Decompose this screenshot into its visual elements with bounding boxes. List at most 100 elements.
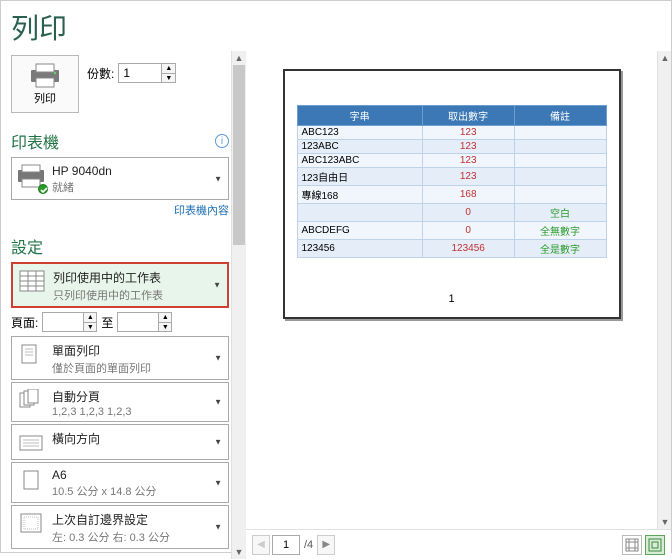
cell-c2: 0 <box>422 204 514 222</box>
chevron-down-icon: ▼ <box>214 174 222 183</box>
copies-down[interactable]: ▼ <box>161 73 175 82</box>
cell-c2: 123 <box>422 126 514 140</box>
table-row: 專線168168 <box>297 186 606 204</box>
cell-c1: 123456 <box>297 240 422 258</box>
printer-device-icon <box>16 162 46 190</box>
page-from-input[interactable] <box>43 313 83 331</box>
page-from-down[interactable]: ▼ <box>83 322 96 331</box>
copies-label: 份數: <box>87 65 114 82</box>
paper-size-dropdown[interactable]: A6 10.5 公分 x 14.8 公分 ▼ <box>11 462 229 503</box>
table-row: 123自由日123 <box>297 168 606 186</box>
page-to-up[interactable]: ▲ <box>158 313 171 322</box>
cell-c2: 123 <box>422 140 514 154</box>
copies-spinner[interactable]: ▲ ▼ <box>118 63 176 83</box>
page-from-spinner[interactable]: ▲▼ <box>42 312 97 332</box>
cell-c3 <box>514 126 606 140</box>
paper-size-title: A6 <box>52 468 224 482</box>
cell-c2: 123 <box>422 154 514 168</box>
cell-c1: 123ABC <box>297 140 422 154</box>
zoom-to-page-button[interactable] <box>645 535 665 555</box>
next-page-button[interactable]: ▶ <box>317 535 335 555</box>
margins-sub: 左: 0.3 公分 右: 0.3 公分 <box>52 529 224 545</box>
cell-c2: 168 <box>422 186 514 204</box>
cell-c1 <box>297 204 422 222</box>
print-what-dropdown[interactable]: 列印使用中的工作表 只列印使用中的工作表 ▼ <box>11 262 229 308</box>
cell-c1: 123自由日 <box>297 168 422 186</box>
left-scrollbar[interactable]: ▲ ▼ <box>231 51 245 559</box>
cell-c1: ABC123ABC <box>297 154 422 168</box>
page-to-down[interactable]: ▼ <box>158 322 171 331</box>
cell-c2: 123 <box>422 168 514 186</box>
printer-status: 就緒 <box>52 179 224 195</box>
cell-c2: 0 <box>422 222 514 240</box>
copies-input[interactable] <box>119 64 161 82</box>
page-range-row: 頁面: ▲▼ 至 ▲▼ <box>11 312 229 332</box>
collate-title: 自動分頁 <box>52 388 224 405</box>
show-margins-button[interactable] <box>622 535 642 555</box>
preview-panel: 字串 取出數字 備註 ABC123123123ABC123ABC123ABC12… <box>246 51 671 559</box>
worksheet-icon <box>17 267 47 295</box>
sides-dropdown[interactable]: 單面列印 僅於頁面的單面列印 ▼ <box>11 336 229 380</box>
sides-title: 單面列印 <box>52 342 224 359</box>
print-button-label: 列印 <box>34 90 56 106</box>
scroll-down-icon[interactable]: ▼ <box>232 545 246 559</box>
margins-title: 上次自訂邊界設定 <box>52 511 224 528</box>
table-row: 123ABC123 <box>297 140 606 154</box>
print-what-sub: 只列印使用中的工作表 <box>53 287 223 303</box>
table-row: ABC123123 <box>297 126 606 140</box>
print-button[interactable]: 列印 <box>11 55 79 113</box>
orientation-title: 橫向方向 <box>52 430 224 447</box>
chevron-down-icon: ▼ <box>213 281 221 290</box>
margins-dropdown[interactable]: 上次自訂邊界設定 左: 0.3 公分 右: 0.3 公分 ▼ <box>11 505 229 549</box>
chevron-down-icon: ▼ <box>214 438 222 447</box>
chevron-down-icon: ▼ <box>214 398 222 407</box>
cell-c3 <box>514 168 606 186</box>
page-range-label: 頁面: <box>11 314 38 331</box>
current-page-input[interactable] <box>272 535 300 555</box>
page-from-up[interactable]: ▲ <box>83 313 96 322</box>
collate-sub: 1,2,3 1,2,3 1,2,3 <box>52 406 224 418</box>
paper-size-icon <box>16 466 46 494</box>
printer-dropdown[interactable]: HP 9040dn 就緒 ▼ <box>11 157 229 200</box>
cell-c1: 專線168 <box>297 186 422 204</box>
cell-c3 <box>514 140 606 154</box>
collate-dropdown[interactable]: 自動分頁 1,2,3 1,2,3 1,2,3 ▼ <box>11 382 229 422</box>
preview-footer: ◀ /4 ▶ <box>246 529 671 559</box>
left-panel: 列印 份數: ▲ ▼ 印表機 i <box>1 51 246 559</box>
preview-page-number: 1 <box>285 293 619 305</box>
cell-c3: 空白 <box>514 204 606 222</box>
right-scrollbar[interactable]: ▲ ▼ <box>657 51 671 529</box>
prev-page-button[interactable]: ◀ <box>252 535 270 555</box>
preview-header: 備註 <box>514 106 606 126</box>
sides-sub: 僅於頁面的單面列印 <box>52 360 224 376</box>
info-icon[interactable]: i <box>215 134 229 148</box>
cell-c3: 全是數字 <box>514 240 606 258</box>
landscape-icon <box>16 428 46 456</box>
table-row: 0空白 <box>297 204 606 222</box>
cell-c3 <box>514 186 606 204</box>
scroll-thumb[interactable] <box>233 65 245 245</box>
cell-c3 <box>514 154 606 168</box>
scroll-up-icon[interactable]: ▲ <box>232 51 246 65</box>
table-row: ABCDEFG0全無數字 <box>297 222 606 240</box>
printer-icon <box>28 62 62 88</box>
settings-section-title: 設定 <box>11 234 229 258</box>
zoom-page-icon <box>648 538 662 552</box>
scroll-up-icon[interactable]: ▲ <box>658 51 672 65</box>
single-side-icon <box>16 340 46 368</box>
copies-up[interactable]: ▲ <box>161 64 175 73</box>
table-row: ABC123ABC123 <box>297 154 606 168</box>
chevron-down-icon: ▼ <box>214 523 222 532</box>
preview-table: 字串 取出數字 備註 ABC123123123ABC123ABC123ABC12… <box>297 105 607 258</box>
table-row: 123456123456全是數字 <box>297 240 606 258</box>
print-what-title: 列印使用中的工作表 <box>53 269 223 286</box>
chevron-down-icon: ▼ <box>214 478 222 487</box>
total-pages: /4 <box>304 539 313 551</box>
page-to-input[interactable] <box>118 313 158 331</box>
status-ready-icon <box>38 184 48 194</box>
orientation-dropdown[interactable]: 橫向方向 ▼ <box>11 424 229 460</box>
page-to-spinner[interactable]: ▲▼ <box>117 312 172 332</box>
scroll-down-icon[interactable]: ▼ <box>658 515 672 529</box>
cell-c1: ABC123 <box>297 126 422 140</box>
preview-page: 字串 取出數字 備註 ABC123123123ABC123ABC123ABC12… <box>283 69 621 319</box>
